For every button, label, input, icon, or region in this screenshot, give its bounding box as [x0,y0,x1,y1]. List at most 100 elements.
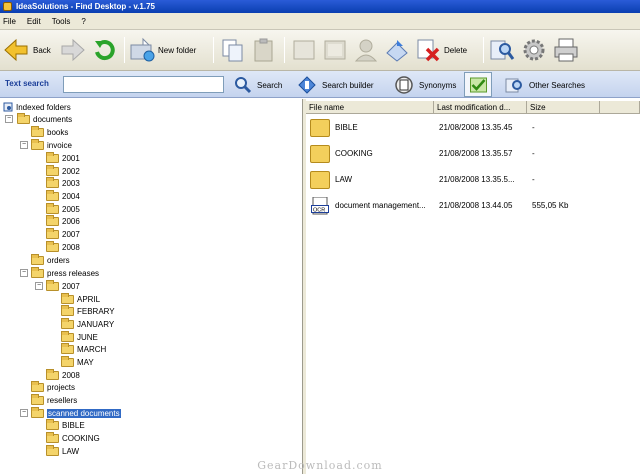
tree-node-books[interactable]: books [31,125,68,138]
tree-node-resellers[interactable]: resellers [31,393,77,406]
tree-node-projects[interactable]: projects [31,380,75,393]
folder-icon [61,342,74,354]
properties-icon[interactable] [291,37,317,63]
folder-icon [310,119,330,137]
tree-node-bible[interactable]: BIBLE [46,418,85,431]
expander-press-releases[interactable]: − [20,269,28,277]
synonyms-button[interactable]: Synonyms [394,75,456,95]
folder-icon [46,202,59,214]
gear-icon[interactable] [521,37,547,63]
tree-node-april[interactable]: APRIL [61,292,100,305]
file-row-cooking[interactable]: COOKING 21/08/2008 13.35.57 - [308,144,638,164]
column-header-last-modification[interactable]: Last modification d... [434,101,527,114]
tree-node-press-2007[interactable]: 2007 [46,279,80,292]
tree-node-documents[interactable]: documents [17,112,72,125]
tree-node-march[interactable]: MARCH [61,342,106,355]
tree-node-2001[interactable]: 2001 [46,151,80,164]
tree-node-2006[interactable]: 2006 [46,214,80,227]
menu-bar: File Edit Tools ? [0,13,640,30]
tree-node-june[interactable]: JUNE [61,330,98,343]
tree-node-press-releases[interactable]: press releases [31,266,99,279]
folder-icon [46,418,59,430]
folder-icon [310,171,330,189]
folder-icon [61,292,74,304]
indexed-folders-icon [3,102,13,112]
menu-file[interactable]: File [3,17,16,26]
menu-tools[interactable]: Tools [52,17,71,26]
tree-node-invoice[interactable]: invoice [31,138,72,151]
tree-root[interactable]: Indexed folders [3,101,71,113]
search-builder-icon [298,76,316,94]
watermark: GearDownload.com [257,459,383,472]
file-row-law[interactable]: LAW 21/08/2008 13.35.5... - [308,170,638,190]
folder-icon [31,380,44,392]
delete-label: Delete [444,45,468,55]
folder-tree: Indexed folders − documents books − invo… [0,99,303,474]
menu-help[interactable]: ? [81,17,85,26]
column-header-size[interactable]: Size [527,101,600,114]
folder-icon [46,176,59,188]
folder-icon [46,431,59,443]
folder-icon [46,227,59,239]
tree-node-febrary[interactable]: FEBRARY [61,304,115,317]
view-icon[interactable] [322,37,348,63]
tree-node-january[interactable]: JANUARY [61,317,114,330]
user-icon[interactable] [353,37,379,63]
back-button[interactable]: Back [3,36,51,64]
folder-icon [46,279,59,291]
tree-node-cooking[interactable]: COOKING [46,431,100,444]
other-searches-label: Other Searches [529,80,586,90]
folder-icon [31,406,44,418]
svg-text:OCR: OCR [313,208,325,214]
other-searches-icon [505,78,522,93]
tree-node-law[interactable]: LAW [46,444,79,457]
folder-icon [31,393,44,405]
refresh-icon[interactable] [92,37,118,63]
search-button[interactable]: Search [233,75,282,95]
search-builder-button[interactable]: Search builder [297,75,374,95]
index-search-icon[interactable] [489,37,515,63]
tree-node-may[interactable]: MAY [61,355,94,368]
expander-invoice[interactable]: − [20,141,28,149]
synonyms-icon [395,76,413,94]
forward-arrow-icon[interactable] [60,37,86,63]
ocr-file-icon: OCR [311,197,329,215]
printer-icon[interactable] [553,37,579,63]
other-searches-button[interactable]: Other Searches [504,75,585,95]
tree-node-orders[interactable]: orders [31,253,70,266]
text-search-label: Text search [5,79,49,88]
new-folder-icon [130,37,155,62]
expander-scanned-documents[interactable]: − [20,409,28,417]
tree-node-2008[interactable]: 2008 [46,240,80,253]
new-folder-button[interactable]: New folder [129,36,196,64]
app-icon [3,2,12,11]
menu-edit[interactable]: Edit [27,17,41,26]
delete-button[interactable]: Delete [415,36,467,64]
tree-node-2007[interactable]: 2007 [46,227,80,240]
copy-icon[interactable] [220,37,246,63]
tree-node-press-2008[interactable]: 2008 [46,368,80,381]
file-row-bible[interactable]: BIBLE 21/08/2008 13.35.45 - [308,118,638,138]
column-header-file-name[interactable]: File name [306,101,434,114]
tree-node-2003[interactable]: 2003 [46,176,80,189]
search-input[interactable] [63,76,224,93]
folder-icon [46,164,59,176]
paste-icon[interactable] [251,37,277,63]
magnifier-icon [235,77,252,94]
tree-node-2005[interactable]: 2005 [46,202,80,215]
export-icon[interactable] [384,37,410,63]
expander-press-2007[interactable]: − [35,282,43,290]
file-row-document-management[interactable]: OCR document management... 21/08/2008 13… [308,196,638,216]
expander-documents[interactable]: − [5,115,13,123]
search-builder-label: Search builder [322,80,374,90]
folder-icon [46,151,59,163]
file-list: File name Last modification d... Size BI… [306,99,640,474]
check-button[interactable] [464,72,492,97]
folder-icon [46,214,59,226]
column-header-filler [600,101,640,114]
folder-icon [61,355,74,367]
tree-node-2002[interactable]: 2002 [46,164,80,177]
tree-node-scanned-documents[interactable]: scanned documents [31,406,121,419]
tree-node-2004[interactable]: 2004 [46,189,80,202]
folder-icon [46,444,59,456]
